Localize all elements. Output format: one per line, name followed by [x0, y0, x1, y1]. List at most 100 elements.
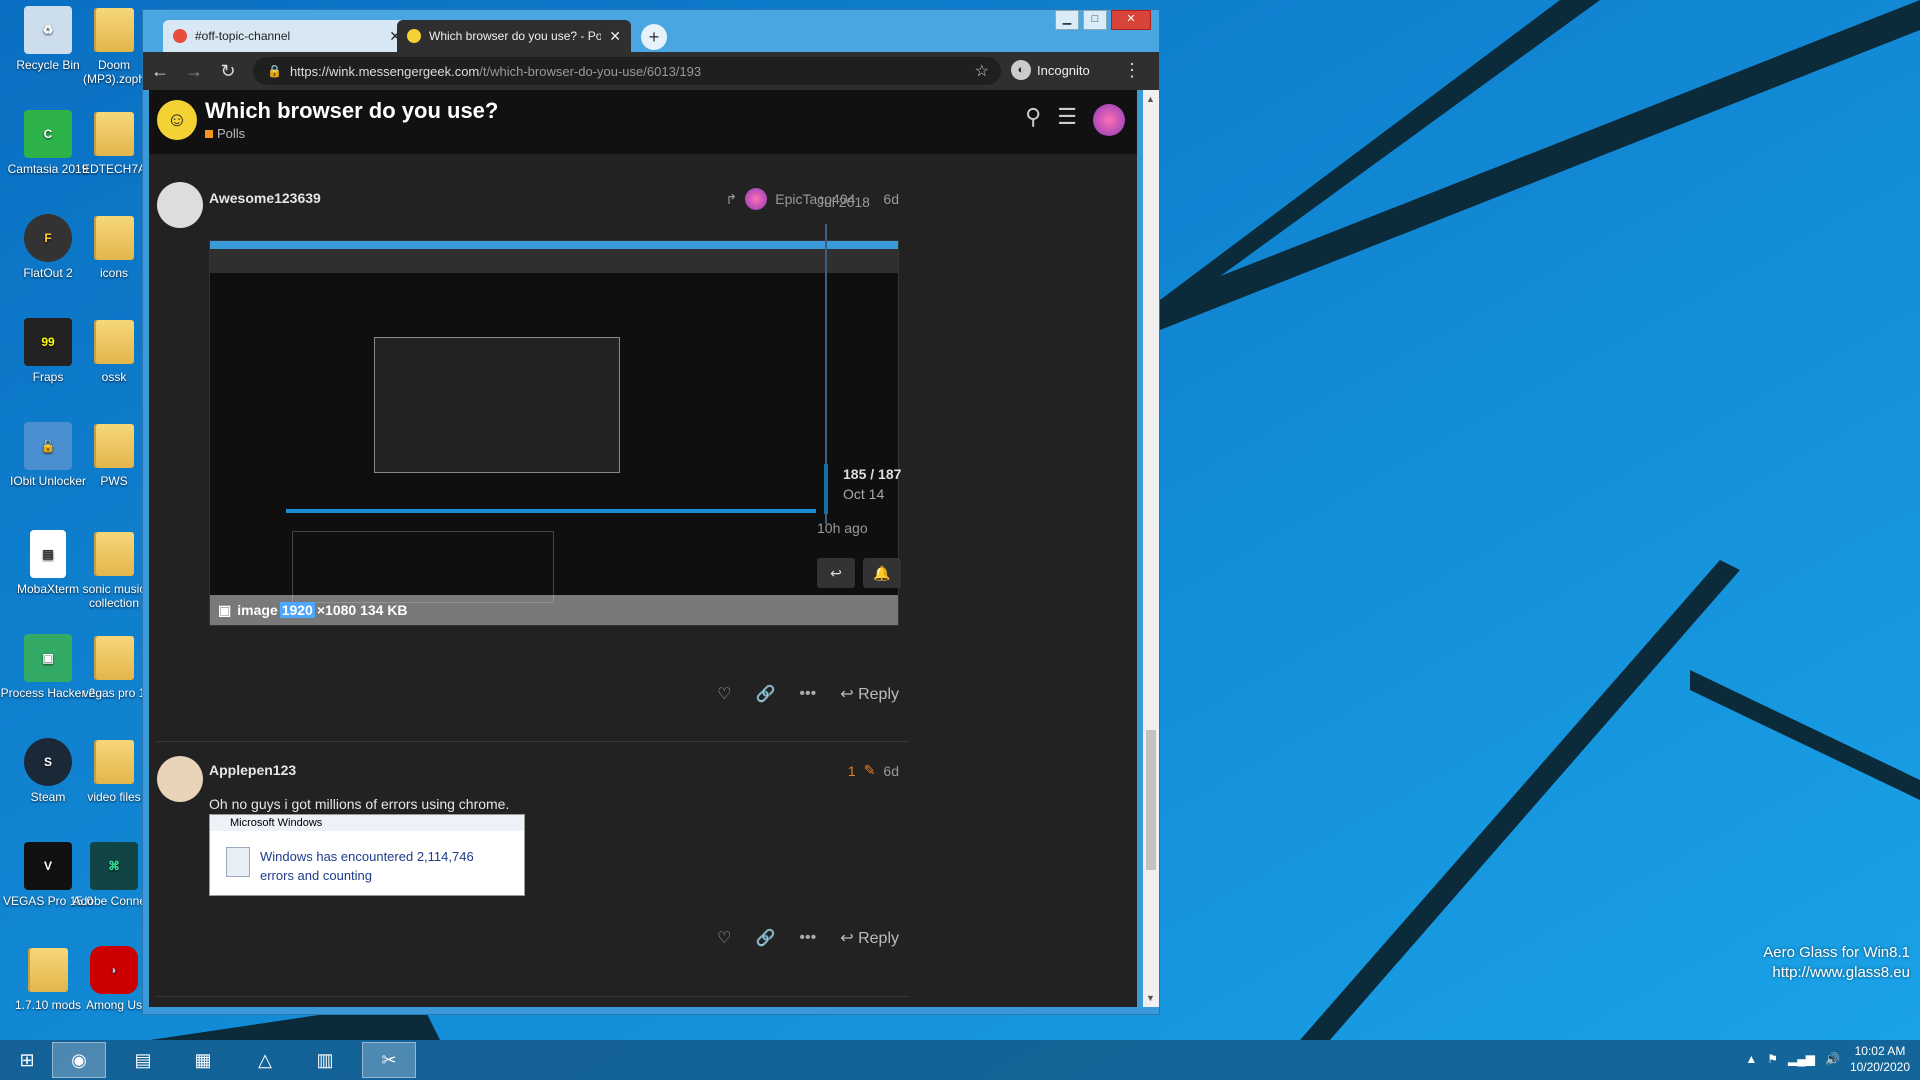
system-tray: ▲ ⚑ ▂▄▆ 🔊 10:02 AM 10/20/2020 — [1745, 1043, 1910, 1075]
default-avatar-icon[interactable] — [157, 182, 203, 228]
tray-chevron-up-icon[interactable]: ▲ — [1745, 1052, 1757, 1066]
post-actions: ♡ 🔗 ••• ↩ Reply — [717, 928, 899, 948]
more-options-icon[interactable]: ••• — [799, 685, 816, 703]
network-signal-icon[interactable]: ▂▄▆ — [1788, 1052, 1815, 1066]
start-windows-icon[interactable]: ⊞ — [0, 1042, 54, 1078]
share-link-icon[interactable]: 🔗 — [756, 928, 776, 948]
folder-icon — [90, 738, 138, 786]
menu-kebab-icon[interactable]: ⋮ — [1123, 60, 1141, 81]
document-icon: ▤ — [30, 530, 66, 578]
error-dialog-image[interactable]: Microsoft Windows Windows has encountere… — [209, 814, 525, 896]
post-awesome123639: Awesome123639 ↱ EpicTaco404 6d ▣ image 1… — [149, 154, 909, 714]
recycle-bin-icon: ♻ — [24, 6, 72, 54]
taskbar-app-icon[interactable]: ▦ — [176, 1042, 230, 1078]
taskbar-file-explorer-icon[interactable]: ▤ — [116, 1042, 170, 1078]
image-icon: ▣ — [218, 601, 232, 618]
taskbar-clock[interactable]: 10:02 AM 10/20/2020 — [1850, 1043, 1910, 1075]
incognito-indicator[interactable]: ◐ Incognito — [1011, 60, 1090, 80]
error-dialog-title: Microsoft Windows — [210, 815, 524, 831]
timeline-handle[interactable] — [824, 464, 828, 514]
scrollbar-thumb[interactable] — [1146, 730, 1156, 870]
bookmark-star-icon[interactable]: ☆ — [975, 61, 989, 81]
flatout-icon: F — [24, 214, 72, 262]
window-controls: ▁ □ ✕ — [1051, 10, 1151, 30]
edit-pencil-icon[interactable]: ✎ — [864, 762, 876, 779]
camtasia-icon: C — [24, 110, 72, 158]
close-tab-icon[interactable]: ✕ — [609, 28, 621, 45]
more-options-icon[interactable]: ••• — [799, 929, 816, 947]
timeline-last-activity[interactable]: 10h ago — [817, 520, 868, 536]
category-badge[interactable]: Polls — [205, 126, 245, 141]
like-heart-icon[interactable]: ♡ — [717, 684, 731, 704]
post-meta: 1 ✎ 6d — [847, 762, 899, 779]
site-logo-smiley-icon[interactable]: ☺ — [157, 100, 197, 140]
minimize-button[interactable]: ▁ — [1055, 10, 1079, 30]
post-divider — [157, 996, 909, 997]
forward-arrow-icon[interactable]: → — [177, 61, 211, 82]
address-bar[interactable]: 🔒 https://wink.messengergeek.com/t/which… — [253, 57, 1001, 85]
post-screenshot-image[interactable]: ▣ image 1920 ×1080 134 KB — [209, 240, 899, 626]
aero-glass-watermark: Aero Glass for Win8.1 http://www.glass8.… — [1763, 944, 1910, 981]
header-icons: ⚲ ☰ — [1025, 104, 1125, 136]
timeline-position-date: Oct 14 — [843, 486, 885, 502]
topic-title[interactable]: Which browser do you use? — [205, 98, 498, 124]
incognito-icon: ◐ — [1011, 60, 1031, 80]
monitor-icon: ▣ — [24, 634, 72, 682]
share-link-icon[interactable]: 🔗 — [756, 684, 776, 704]
scroll-up-arrow-icon[interactable]: ▲ — [1146, 94, 1155, 104]
discord-favicon-icon — [173, 29, 187, 43]
scroll-down-arrow-icon[interactable]: ▼ — [1146, 993, 1155, 1003]
folder-icon — [24, 946, 72, 994]
tab-off-topic-channel[interactable]: #off-topic-channel ✕ — [163, 20, 411, 52]
reply-button[interactable]: ↩ Reply — [840, 684, 899, 704]
maximize-button[interactable]: □ — [1083, 10, 1107, 30]
folder-icon — [90, 318, 138, 366]
vegas-icon: V — [24, 842, 72, 890]
nested-screenshot-composer — [292, 531, 554, 603]
tab-which-browser[interactable]: Which browser do you use? - Pol ✕ — [397, 20, 631, 52]
browser-toolbar: ← → ↻ 🔒 https://wink.messengergeek.com/t… — [143, 52, 1159, 90]
volume-speaker-icon[interactable]: 🔊 — [1825, 1052, 1840, 1066]
notification-bell-icon[interactable]: 🔔 — [863, 558, 901, 588]
back-arrow-icon[interactable]: ← — [143, 61, 177, 82]
taskbar-chrome-icon[interactable]: ◉ — [52, 1042, 106, 1078]
nested-screenshot-inner — [374, 337, 620, 473]
hamburger-menu-icon[interactable]: ☰ — [1057, 104, 1077, 136]
new-tab-button[interactable]: + — [641, 24, 667, 50]
taskbar-triangles-icon[interactable]: △ — [238, 1042, 292, 1078]
applepen-avatar[interactable] — [157, 756, 203, 802]
folder-icon — [90, 530, 138, 578]
close-window-button[interactable]: ✕ — [1111, 10, 1151, 30]
topic-timeline: Jul 2018 185 / 187 Oct 14 10h ago ↩ 🔔 — [817, 194, 1017, 588]
reply-to-arrow-icon: ↱ — [725, 190, 738, 207]
post-author[interactable]: Awesome123639 — [209, 190, 321, 206]
search-icon[interactable]: ⚲ — [1025, 104, 1041, 136]
post-actions: ♡ 🔗 ••• ↩ Reply — [717, 684, 899, 704]
reply-button[interactable]: ↩ Reply — [840, 928, 899, 948]
steam-icon: S — [24, 738, 72, 786]
timeline-start-date[interactable]: Jul 2018 — [817, 194, 1017, 210]
error-dialog-text: Windows has encountered 2,114,746 errors… — [260, 849, 474, 883]
fraps-icon: 99 — [24, 318, 72, 366]
post-body: Oh no guys i got millions of errors usin… — [209, 796, 510, 812]
folder-icon — [90, 110, 138, 158]
post-applepen123: Applepen123 1 ✎ 6d Oh no guys i got mill… — [149, 742, 909, 1002]
category-color-square — [205, 130, 213, 138]
page-scrollbar[interactable]: ▲ ▼ — [1143, 90, 1159, 1007]
action-center-flag-icon[interactable]: ⚑ — [1767, 1052, 1778, 1066]
taskbar-snipping-tool-icon[interactable]: ✂ — [362, 1042, 416, 1078]
post-author[interactable]: Applepen123 — [209, 762, 296, 778]
user-avatar[interactable] — [1093, 104, 1125, 136]
among-us-icon: ◗ — [90, 946, 138, 994]
taskbar-server-icon[interactable]: ▥ — [298, 1042, 352, 1078]
reload-icon[interactable]: ↻ — [211, 61, 245, 82]
browser-titlebar: #off-topic-channel ✕ Which browser do yo… — [143, 10, 1159, 52]
nested-screenshot-toolbar — [210, 249, 898, 273]
reply-to-avatar[interactable] — [745, 188, 768, 210]
image-info-bar: ▣ image 1920 ×1080 134 KB — [210, 595, 898, 625]
timeline-reply-button[interactable]: ↩ — [817, 558, 855, 588]
folder-icon — [90, 6, 138, 54]
adobe-connect-icon: ⌘ — [90, 842, 138, 890]
like-heart-icon[interactable]: ♡ — [717, 928, 731, 948]
lock-icon: 🔒 — [267, 64, 282, 78]
